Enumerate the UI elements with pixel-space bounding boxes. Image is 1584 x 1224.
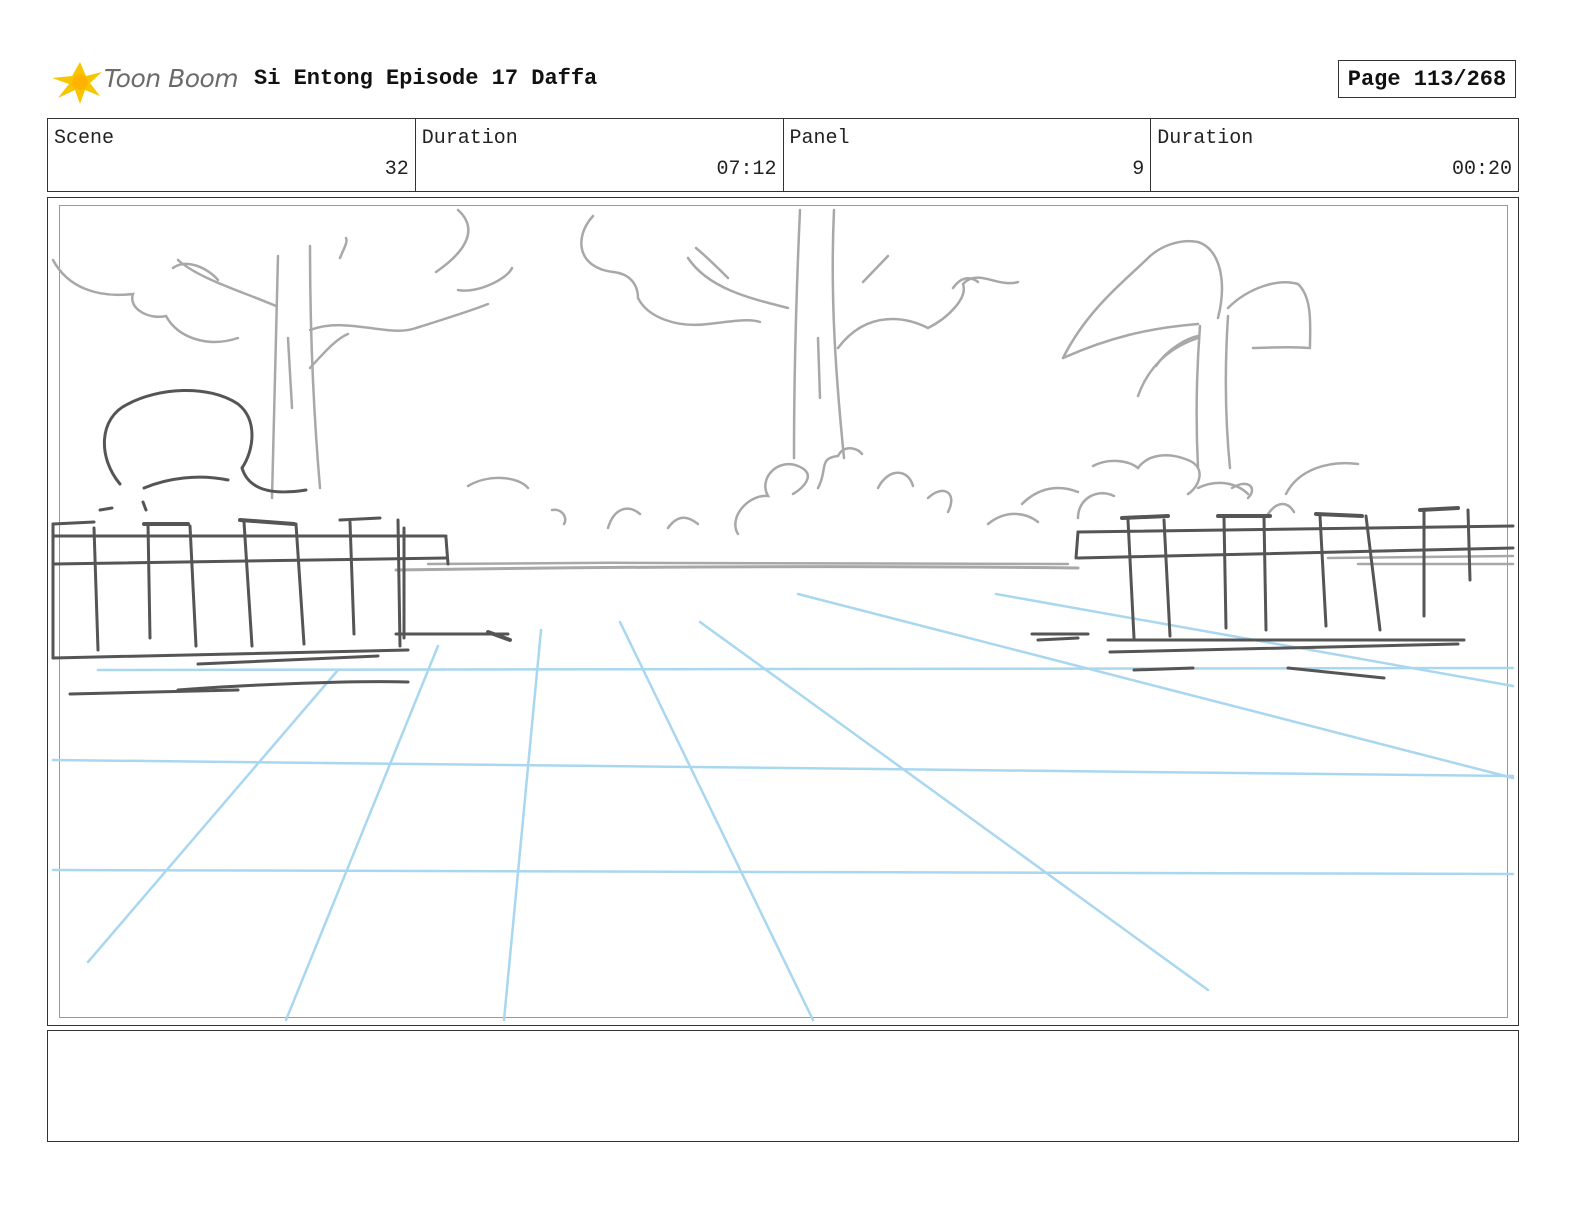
panel-cell: Panel 9: [784, 119, 1152, 191]
background-foliage: [51, 208, 1515, 572]
panel-duration-label: Duration: [1157, 127, 1254, 150]
document-title: Si Entong Episode 17 Daffa: [254, 66, 598, 91]
scene-cell: Scene 32: [48, 119, 416, 191]
panel-label: Panel: [789, 127, 850, 150]
storyboard-sketch: [51, 208, 1515, 1022]
scene-value: 32: [384, 158, 409, 181]
scene-duration-label: Duration: [421, 127, 518, 150]
logo-text: Toon Boom: [104, 64, 239, 93]
scene-duration-value: 07:12: [716, 158, 777, 181]
foreground-fence: [51, 388, 1515, 696]
starburst-icon: [52, 62, 102, 104]
perspective-guides: [51, 592, 1515, 1022]
panel-value: 9: [1132, 158, 1145, 181]
page-number: Page 113/268: [1338, 60, 1516, 98]
scene-info-table: Scene 32 Duration 07:12 Panel 9 Duration…: [47, 118, 1519, 192]
panel-duration-value: 00:20: [1451, 158, 1512, 181]
panel-notes: [47, 1030, 1519, 1142]
toon-boom-logo: Toon Boom: [50, 56, 240, 106]
scene-label: Scene: [54, 127, 115, 150]
scene-duration-cell: Duration 07:12: [416, 119, 784, 191]
panel-duration-cell: Duration 00:20: [1151, 119, 1518, 191]
